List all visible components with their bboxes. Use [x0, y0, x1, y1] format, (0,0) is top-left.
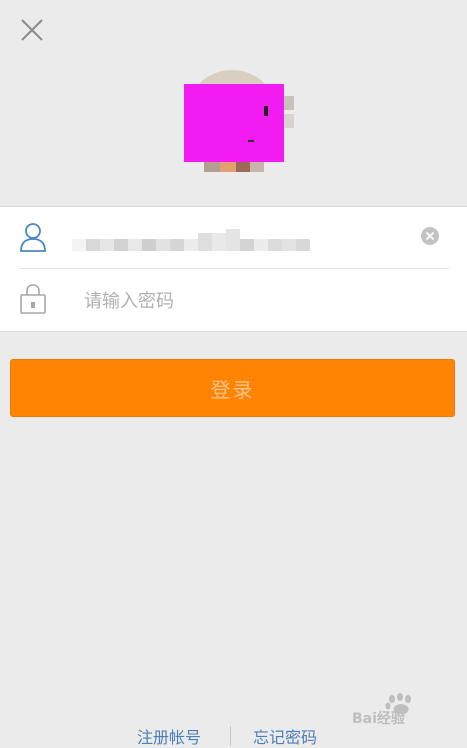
password-row [0, 269, 467, 331]
clear-icon [421, 227, 439, 245]
watermark-text: Bai经验 [352, 710, 406, 727]
login-button-label: 登录 [210, 377, 255, 402]
register-link[interactable]: 注册帐号 [137, 724, 201, 748]
close-button[interactable] [14, 14, 50, 50]
username-row [0, 207, 467, 269]
avatar [180, 66, 296, 178]
lock-icon [20, 284, 46, 314]
forgot-password-link[interactable]: 忘记密码 [253, 724, 317, 748]
watermark-logo: Bai经验 [348, 693, 440, 727]
login-button[interactable]: 登录 [10, 359, 455, 417]
username-field[interactable] [72, 229, 312, 255]
close-icon [21, 19, 43, 41]
clear-username-button[interactable] [419, 225, 441, 247]
password-input[interactable] [82, 285, 406, 317]
login-form [0, 206, 467, 332]
user-icon [20, 223, 46, 252]
link-separator [230, 726, 231, 746]
